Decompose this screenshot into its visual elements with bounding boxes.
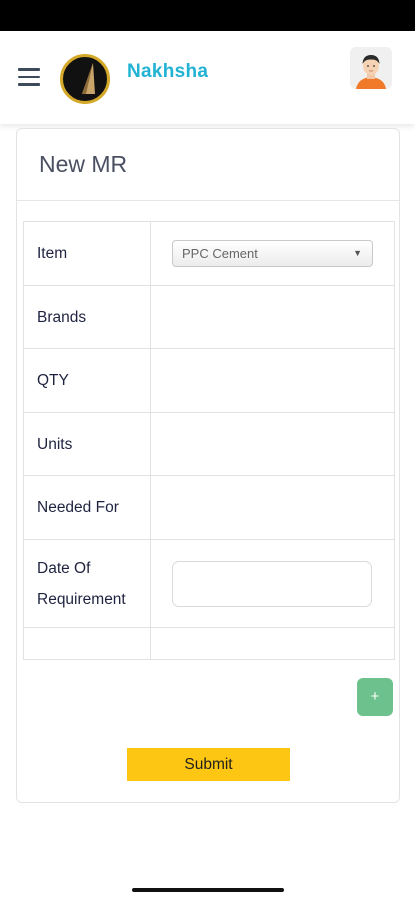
table-row: Needed For bbox=[23, 475, 395, 540]
menu-line bbox=[18, 75, 40, 78]
units-field-cell[interactable] bbox=[150, 412, 395, 476]
user-avatar[interactable] bbox=[350, 47, 392, 89]
brand-name: Nakhsha bbox=[127, 61, 209, 82]
item-select-value: PPC Cement bbox=[182, 246, 258, 261]
brands-field-cell[interactable] bbox=[150, 285, 395, 349]
item-field-cell: PPC Cement ▼ bbox=[150, 221, 395, 286]
units-label: Units bbox=[23, 412, 151, 476]
table-row: Brands bbox=[23, 285, 395, 349]
nakhsha-logo-icon bbox=[60, 54, 110, 104]
date-label-line1: Date Of bbox=[37, 559, 91, 577]
page-title: New MR bbox=[39, 151, 128, 177]
date-label-line2: Requirement bbox=[37, 590, 126, 608]
item-label: Item bbox=[23, 221, 151, 286]
menu-line bbox=[18, 83, 40, 86]
needed-for-field-cell[interactable] bbox=[150, 475, 395, 540]
table-row: Item PPC Cement ▼ bbox=[23, 221, 395, 286]
dropdown-arrow-icon: ▼ bbox=[353, 248, 362, 258]
add-row-button[interactable]: + bbox=[357, 678, 393, 716]
date-field-cell bbox=[150, 539, 395, 628]
submit-button[interactable]: Submit bbox=[127, 748, 290, 781]
hamburger-menu-icon[interactable] bbox=[18, 68, 40, 86]
app-header: Nakhsha bbox=[0, 31, 415, 124]
status-bar bbox=[0, 0, 415, 31]
table-row bbox=[23, 627, 395, 660]
user-avatar-icon bbox=[350, 47, 392, 89]
mr-form-table: Item PPC Cement ▼ Brands QTY Units Neede… bbox=[23, 221, 395, 660]
empty-cell bbox=[23, 627, 151, 660]
qty-field-cell[interactable] bbox=[150, 348, 395, 413]
empty-cell bbox=[150, 627, 395, 660]
item-select[interactable]: PPC Cement ▼ bbox=[172, 240, 373, 267]
qty-label: QTY bbox=[23, 348, 151, 413]
date-of-requirement-label: Date Of Requirement bbox=[23, 539, 151, 628]
table-row: QTY bbox=[23, 348, 395, 413]
home-indicator[interactable] bbox=[132, 888, 284, 892]
table-row: Units bbox=[23, 412, 395, 476]
table-row: Date Of Requirement bbox=[23, 539, 395, 628]
needed-for-label: Needed For bbox=[23, 475, 151, 540]
new-mr-card: New MR Item PPC Cement ▼ Brands QTY Unit… bbox=[16, 128, 400, 803]
date-of-requirement-input[interactable] bbox=[172, 560, 372, 607]
menu-line bbox=[18, 68, 40, 71]
brands-label: Brands bbox=[23, 285, 151, 349]
card-title-bar: New MR bbox=[17, 129, 399, 201]
